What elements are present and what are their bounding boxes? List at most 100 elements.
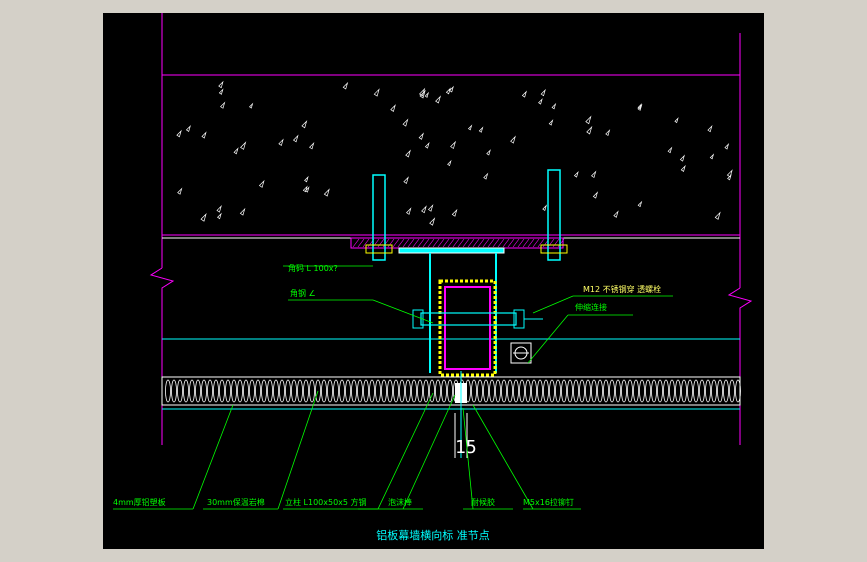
aggregate-mark	[418, 132, 424, 140]
insulation-coil	[549, 379, 555, 403]
insulation-coil	[261, 379, 267, 403]
label-foam-rod: 泡沫棒	[388, 497, 412, 507]
aggregate-mark	[405, 149, 411, 158]
aggregate-mark	[258, 179, 265, 188]
insulation-coil	[591, 379, 597, 403]
hatch-line	[457, 238, 465, 248]
hatch-line	[422, 238, 430, 248]
aggregate-mark	[573, 170, 579, 178]
hatch-line	[552, 238, 560, 248]
insulation-coil	[489, 379, 495, 403]
aggregate-mark	[218, 88, 224, 95]
aggregate-mark	[679, 154, 685, 162]
aggregate-mark	[551, 102, 557, 110]
insulation-coil	[615, 379, 621, 403]
insulation-coil	[231, 379, 237, 403]
insulation-coil	[183, 379, 189, 403]
label-rivet: M5x16拉铆钉	[523, 497, 574, 507]
insulation-coil	[255, 379, 261, 403]
viewer-frame: 15 角码 L 100x? 角钢 ∠ M12 不锈钢穿 透螺栓 伸缩连接 4mm…	[0, 0, 867, 562]
aggregate-mark	[680, 164, 686, 172]
hatch-line	[472, 238, 480, 248]
aggregate-mark	[278, 138, 284, 146]
insulation-coil	[501, 379, 507, 403]
aggregate-mark	[450, 140, 457, 150]
insulation-coil	[663, 379, 669, 403]
aggregate-mark	[292, 134, 299, 143]
aggregate-mark	[403, 176, 409, 185]
aggregate-mark	[373, 88, 380, 97]
insulation-coil	[237, 379, 243, 403]
hatch-line	[522, 238, 530, 248]
aggregate-mark	[217, 212, 222, 220]
label-insulation: 30mm保温岩棉	[207, 497, 265, 507]
insulation-coil	[693, 379, 699, 403]
aggregate-mark	[447, 159, 452, 167]
insulation-coil	[393, 379, 399, 403]
aggregate-mark	[402, 118, 409, 127]
aggregate-mark	[185, 125, 191, 132]
insulation-coil	[555, 379, 561, 403]
concrete-slab	[176, 80, 733, 226]
hatch-line	[497, 238, 505, 248]
insulation-coil	[225, 379, 231, 403]
hatch-line	[357, 238, 365, 248]
insulation-coil	[687, 379, 693, 403]
aggregate-mark	[714, 211, 721, 220]
aggregate-mark	[510, 135, 516, 144]
label-bolt: M12 不锈钢穿 透螺栓	[583, 284, 661, 294]
insulation-coil	[333, 379, 339, 403]
insulation-coil	[177, 379, 183, 403]
insulation-coil	[297, 379, 303, 403]
hatch-line	[392, 238, 400, 248]
aggregate-mark	[709, 153, 715, 160]
insulation-coil	[717, 379, 723, 403]
aggregate-mark	[240, 141, 247, 150]
insulation-coil	[447, 379, 453, 403]
insulation-coil	[345, 379, 351, 403]
insulation-coil	[171, 379, 177, 403]
insulation-coil	[513, 379, 519, 403]
aggregate-mark	[674, 117, 679, 124]
anchor-bolt-left	[372, 174, 386, 261]
leader-top-2b	[372, 299, 434, 324]
aggregate-mark	[176, 129, 182, 138]
aggregate-mark	[724, 142, 730, 150]
insulation-coil	[483, 379, 489, 403]
insulation-coil	[651, 379, 657, 403]
column-inner	[444, 286, 491, 370]
insulation-coil	[363, 379, 369, 403]
insulation-coil	[579, 379, 585, 403]
aggregate-mark	[585, 115, 592, 125]
through-bolt	[420, 312, 517, 326]
cad-drawing: 15 角码 L 100x? 角钢 ∠ M12 不锈钢穿 透螺栓 伸缩连接 4mm…	[113, 13, 753, 542]
insulation-coil	[243, 379, 249, 403]
aggregate-mark	[478, 126, 484, 133]
insulation-coil	[357, 379, 363, 403]
insulation-coil	[399, 379, 405, 403]
insulation-coil	[195, 379, 201, 403]
insulation-coil	[189, 379, 195, 403]
insulation-coil	[165, 379, 171, 403]
hatch-line	[427, 238, 435, 248]
aggregate-mark	[304, 175, 309, 183]
leader-sealant	[462, 407, 474, 510]
hatch-line	[477, 238, 485, 248]
insulation-coil	[597, 379, 603, 403]
leader-foam	[402, 394, 456, 510]
insulation-coil	[279, 379, 285, 403]
insulation-coil	[633, 379, 639, 403]
insulation-coil	[609, 379, 615, 403]
aggregate-mark	[427, 204, 434, 212]
hatch-line	[407, 238, 415, 248]
aggregate-mark	[390, 104, 396, 112]
aggregate-mark	[216, 205, 222, 213]
aggregate-mark	[309, 142, 315, 150]
aggregate-mark	[201, 131, 207, 139]
insulation-coil	[729, 379, 735, 403]
insulation-coil	[585, 379, 591, 403]
label-aluminum-panel: 4mm厚铝塑板	[113, 497, 166, 507]
hatch-line	[547, 238, 555, 248]
hatch-line	[382, 238, 390, 248]
aggregate-mark	[429, 217, 436, 226]
